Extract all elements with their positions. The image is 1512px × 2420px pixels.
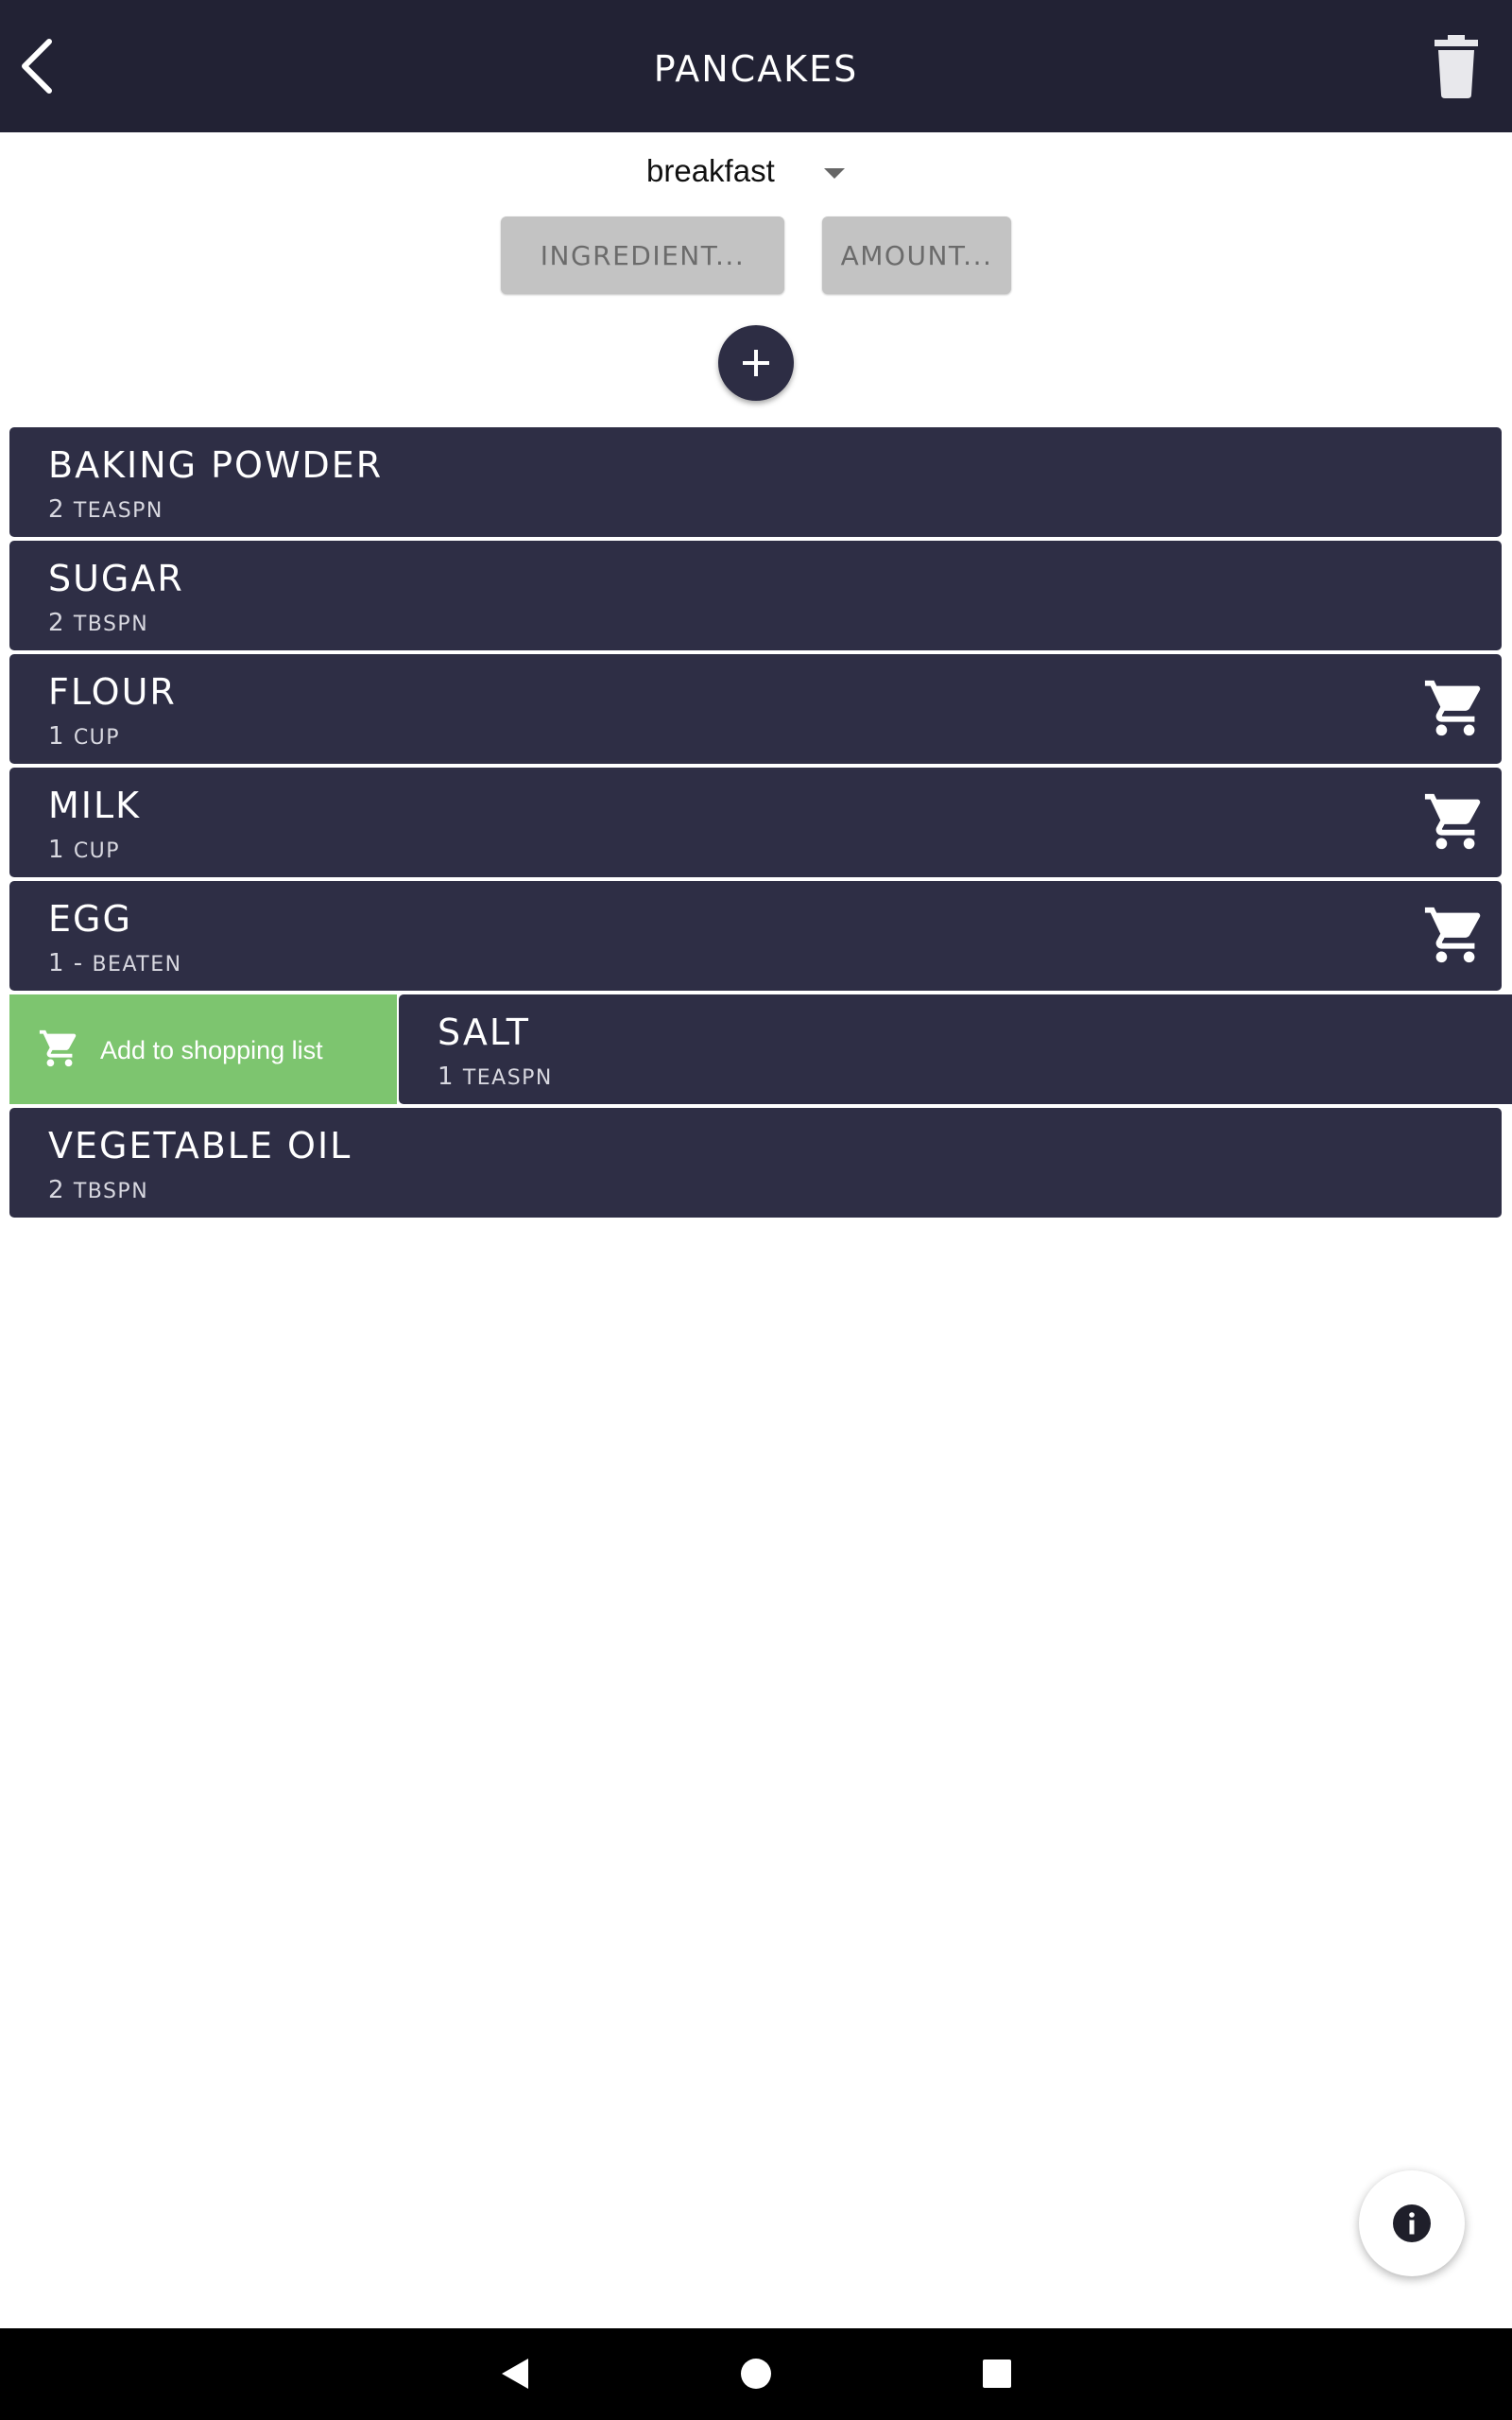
nav-home-icon — [741, 2359, 771, 2389]
ingredient-amount: 1 - BEATEN — [48, 949, 182, 977]
trash-icon — [1435, 35, 1478, 98]
category-selected-value: breakfast — [646, 153, 775, 188]
ingredient-unit: TBSPN — [73, 613, 149, 636]
nav-back-button[interactable] — [487, 2345, 543, 2402]
ingredient-input-button[interactable]: INGREDIENT... — [501, 216, 784, 294]
ingredient-name: EGG — [48, 898, 132, 940]
shopping-cart-icon[interactable] — [1422, 675, 1488, 741]
category-dropdown[interactable]: breakfast — [586, 142, 869, 208]
ingredient-quantity: 1 - — [48, 949, 84, 977]
ingredient-name: SALT — [438, 1011, 530, 1053]
ingredient-row[interactable]: SALT 1 TEASPN — [399, 994, 1512, 1104]
ingredient-row[interactable]: VEGETABLE OIL 2 TBSPN — [9, 1108, 1502, 1218]
info-icon — [1393, 2204, 1431, 2242]
system-navigation-bar — [0, 2328, 1512, 2420]
ingredient-unit: TEASPN — [462, 1066, 553, 1090]
ingredient-row[interactable]: BAKING POWDER 2 TEASPN — [9, 427, 1502, 537]
shopping-cart-icon — [39, 1029, 77, 1067]
dropdown-arrow-icon — [824, 168, 845, 179]
add-to-shopping-list-label: Add to shopping list — [100, 1036, 323, 1064]
ingredient-quantity: 2 — [48, 495, 65, 524]
ingredient-name: SUGAR — [48, 558, 184, 599]
top-app-bar: PANCAKES — [0, 0, 1512, 132]
ingredient-quantity: 1 — [48, 836, 65, 864]
ingredient-name: BAKING POWDER — [48, 444, 384, 486]
add-ingredient-button[interactable] — [718, 325, 794, 401]
ingredient-name: MILK — [48, 785, 142, 826]
ingredient-quantity: 1 — [48, 722, 65, 751]
ingredient-quantity: 2 — [48, 1176, 65, 1204]
ingredient-row[interactable]: FLOUR 1 CUP — [9, 654, 1502, 764]
ingredient-unit: CUP — [73, 839, 121, 863]
shopping-cart-icon[interactable] — [1422, 788, 1488, 855]
ingredient-amount: 2 TEASPN — [48, 495, 163, 524]
nav-recents-icon — [983, 2360, 1011, 2388]
info-button[interactable] — [1359, 2170, 1465, 2276]
page-title: PANCAKES — [653, 48, 859, 90]
ingredient-unit: TEASPN — [73, 499, 163, 523]
ingredient-name: FLOUR — [48, 671, 177, 713]
nav-home-button[interactable] — [728, 2345, 784, 2402]
nav-back-icon — [502, 2359, 528, 2389]
delete-button[interactable] — [1422, 32, 1490, 100]
ingredient-quantity: 1 — [438, 1063, 455, 1091]
ingredient-row[interactable]: EGG 1 - BEATEN — [9, 881, 1502, 991]
ingredient-unit: BEATEN — [92, 953, 182, 977]
ingredient-amount: 2 TBSPN — [48, 609, 148, 637]
shopping-cart-icon[interactable] — [1422, 902, 1488, 968]
ingredient-amount: 2 TBSPN — [48, 1176, 148, 1204]
ingredient-row[interactable]: MILK 1 CUP — [9, 768, 1502, 877]
ingredient-quantity: 2 — [48, 609, 65, 637]
ingredient-name: VEGETABLE OIL — [48, 1125, 352, 1167]
add-to-shopping-list-action[interactable]: Add to shopping list — [9, 994, 397, 1104]
ingredient-amount: 1 CUP — [48, 722, 120, 751]
nav-recents-button[interactable] — [969, 2345, 1025, 2402]
ingredient-unit: TBSPN — [73, 1180, 149, 1203]
ingredient-row[interactable]: SUGAR 2 TBSPN — [9, 541, 1502, 650]
amount-input-button[interactable]: AMOUNT... — [822, 216, 1011, 294]
ingredient-amount: 1 CUP — [48, 836, 120, 864]
ingredient-amount: 1 TEASPN — [438, 1063, 553, 1091]
plus-icon — [743, 350, 769, 376]
ingredient-unit: CUP — [73, 726, 121, 750]
